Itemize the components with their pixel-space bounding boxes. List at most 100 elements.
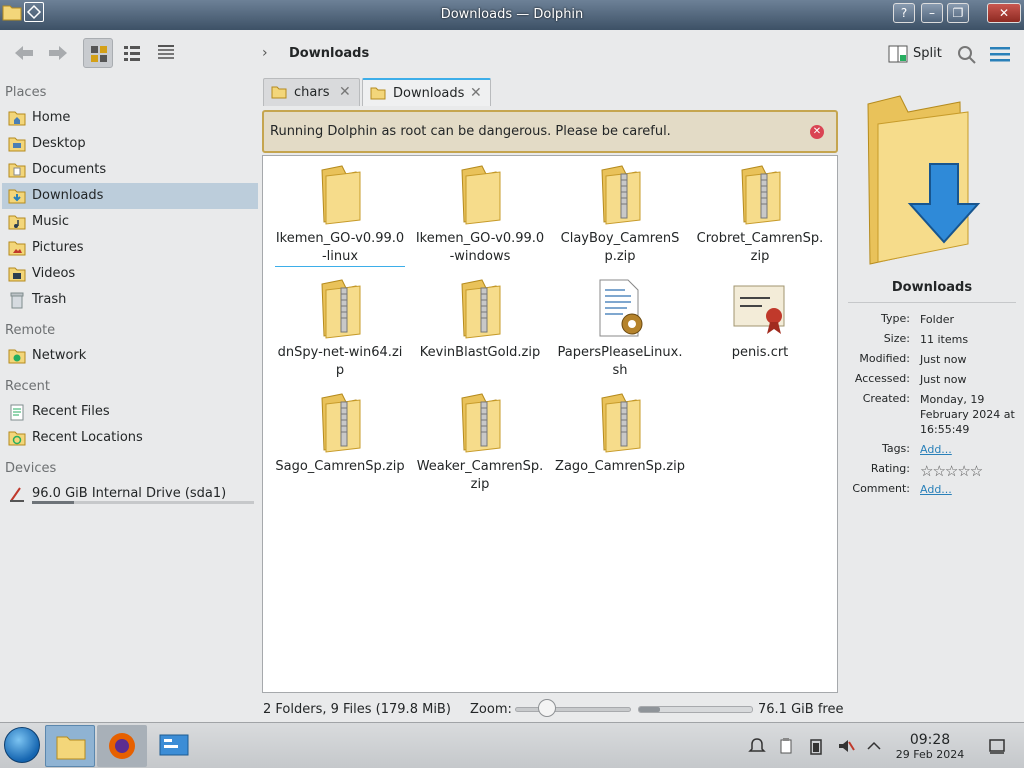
info-key: Accessed: bbox=[854, 372, 910, 385]
downloads-folder-icon bbox=[8, 189, 26, 204]
file-name: PapersPleaseLinux.sh bbox=[557, 345, 683, 378]
file-item[interactable]: Ikemen_GO-v0.99.0-linux bbox=[275, 162, 405, 267]
sidebar-item-videos[interactable]: Videos bbox=[2, 261, 258, 287]
tab-label: chars bbox=[294, 85, 330, 100]
window-title: Downloads — Dolphin bbox=[440, 7, 584, 22]
details-view-button[interactable] bbox=[151, 38, 181, 68]
file-item[interactable]: penis.crt bbox=[695, 276, 825, 362]
sidebar-item-label: Documents bbox=[32, 162, 107, 177]
sidebar-item-label: Pictures bbox=[32, 240, 84, 255]
maximize-button[interactable]: ❐ bbox=[947, 3, 969, 23]
sidebar-item-home[interactable]: Home bbox=[2, 105, 258, 131]
tab-chars[interactable]: chars ✕ bbox=[263, 78, 360, 106]
sidebar-item-recent-locations[interactable]: Recent Locations bbox=[2, 425, 258, 451]
search-icon bbox=[958, 46, 976, 64]
info-link[interactable]: Add... bbox=[920, 482, 1020, 497]
recent-locations-icon bbox=[8, 431, 26, 446]
free-space-fill bbox=[639, 707, 661, 712]
network-icon bbox=[8, 349, 26, 364]
file-item[interactable]: dnSpy-net-win64.zip bbox=[275, 276, 405, 380]
folder-icon bbox=[56, 736, 86, 760]
info-key: Comment: bbox=[852, 482, 910, 495]
search-button[interactable] bbox=[956, 44, 978, 66]
close-tab-icon[interactable]: ✕ bbox=[339, 84, 351, 100]
breadcrumb[interactable]: Downloads bbox=[289, 46, 369, 61]
clock-date[interactable]: 29 Feb 2024 bbox=[890, 748, 970, 761]
notifications-icon[interactable] bbox=[748, 737, 766, 755]
chevron-up-icon[interactable] bbox=[865, 737, 883, 755]
show-desktop-icon[interactable] bbox=[988, 737, 1006, 755]
file-name: Sago_CamrenSp.zip bbox=[275, 459, 405, 474]
split-button[interactable]: Split bbox=[886, 42, 946, 66]
file-item[interactable]: KevinBlastGold.zip bbox=[415, 276, 545, 362]
file-item[interactable]: Zago_CamrenSp.zip bbox=[555, 390, 685, 476]
window-titlebar[interactable]: Downloads — Dolphin ? – ❐ ✕ bbox=[0, 0, 1024, 30]
downloads-folder-large-icon bbox=[867, 95, 981, 265]
info-link[interactable]: Add... bbox=[920, 442, 1020, 457]
battery-icon[interactable] bbox=[807, 737, 825, 755]
taskbar: 09:28 29 Feb 2024 bbox=[0, 722, 1024, 768]
home-folder-icon bbox=[8, 111, 26, 126]
sidebar-item-internal-drive[interactable]: 96.0 GiB Internal Drive (sda1) bbox=[2, 481, 258, 507]
free-space-bar bbox=[638, 706, 753, 713]
sidebar-item-documents[interactable]: Documents bbox=[2, 157, 258, 183]
main-toolbar: › Downloads Split bbox=[0, 30, 1024, 78]
warning-message: Running Dolphin as root can be dangerous… bbox=[270, 124, 671, 139]
file-item[interactable]: Weaker_CamrenSp.zip bbox=[415, 390, 545, 494]
forward-button[interactable] bbox=[42, 38, 72, 68]
file-view[interactable]: Ikemen_GO-v0.99.0-linux Ikemen_GO-v0.99.0… bbox=[262, 155, 838, 693]
compact-view-button[interactable] bbox=[117, 38, 147, 68]
sidebar-item-label: 96.0 GiB Internal Drive (sda1) bbox=[32, 486, 227, 501]
sidebar-item-pictures[interactable]: Pictures bbox=[2, 235, 258, 261]
start-menu-button[interactable] bbox=[4, 727, 40, 763]
task-firefox[interactable] bbox=[97, 725, 147, 767]
music-folder-icon bbox=[8, 215, 26, 230]
file-item[interactable]: ClayBoy_CamrenSp.zip bbox=[555, 162, 685, 266]
file-name: dnSpy-net-win64.zip bbox=[277, 345, 403, 378]
tab-downloads[interactable]: Downloads ✕ bbox=[362, 78, 491, 106]
clipboard-icon[interactable] bbox=[777, 737, 795, 755]
desktop-folder-icon bbox=[8, 137, 26, 152]
help-button[interactable]: ? bbox=[893, 3, 915, 23]
close-tab-icon[interactable]: ✕ bbox=[470, 85, 482, 101]
zoom-slider-handle[interactable] bbox=[538, 699, 557, 717]
file-name: Ikemen_GO-v0.99.0-windows bbox=[415, 231, 545, 264]
minimize-button[interactable]: – bbox=[921, 3, 943, 23]
task-system-settings[interactable] bbox=[149, 725, 199, 767]
devices-section-header: Devices bbox=[5, 461, 57, 476]
script-file-icon bbox=[599, 279, 643, 337]
sidebar-item-network[interactable]: Network bbox=[2, 343, 258, 369]
file-name: penis.crt bbox=[731, 345, 789, 360]
file-item[interactable]: PapersPleaseLinux.sh bbox=[555, 276, 685, 380]
icons-view-button[interactable] bbox=[83, 38, 113, 68]
hamburger-menu-button[interactable] bbox=[990, 46, 1010, 62]
sidebar-item-desktop[interactable]: Desktop bbox=[2, 131, 258, 157]
chevron-right-icon[interactable]: › bbox=[262, 45, 268, 61]
sidebar-item-recent-files[interactable]: Recent Files bbox=[2, 399, 258, 425]
zoom-slider-track[interactable] bbox=[515, 707, 631, 712]
audio-muted-icon[interactable] bbox=[837, 737, 855, 755]
clock-time[interactable]: 09:28 bbox=[895, 732, 965, 748]
task-dolphin[interactable] bbox=[45, 725, 95, 767]
zoom-label: Zoom: bbox=[470, 702, 512, 717]
close-warning-icon[interactable]: ✕ bbox=[810, 125, 824, 139]
sidebar-item-downloads[interactable]: Downloads bbox=[2, 183, 258, 209]
file-item[interactable]: Ikemen_GO-v0.99.0-windows bbox=[415, 162, 545, 266]
drive-usage-bar bbox=[32, 501, 254, 504]
info-value: Just now bbox=[920, 373, 967, 386]
places-section-header: Places bbox=[5, 85, 47, 100]
sidebar-item-trash[interactable]: Trash bbox=[2, 287, 258, 313]
rating-stars[interactable]: ☆☆☆☆☆ bbox=[920, 462, 983, 480]
free-space-text: 76.1 GiB free bbox=[758, 702, 844, 717]
root-warning-banner: Running Dolphin as root can be dangerous… bbox=[262, 110, 838, 153]
back-button[interactable] bbox=[8, 38, 38, 68]
sidebar-item-label: Downloads bbox=[32, 188, 104, 203]
info-key: Type: bbox=[881, 312, 910, 325]
close-window-button[interactable]: ✕ bbox=[987, 3, 1021, 23]
zip-archive-icon bbox=[321, 393, 361, 453]
sidebar-item-music[interactable]: Music bbox=[2, 209, 258, 235]
file-item[interactable]: Crobret_CamrenSp.zip bbox=[695, 162, 825, 266]
sidebar-item-label: Home bbox=[32, 110, 71, 125]
file-item[interactable]: Sago_CamrenSp.zip bbox=[275, 390, 405, 476]
file-name: Crobret_CamrenSp.zip bbox=[696, 231, 824, 264]
